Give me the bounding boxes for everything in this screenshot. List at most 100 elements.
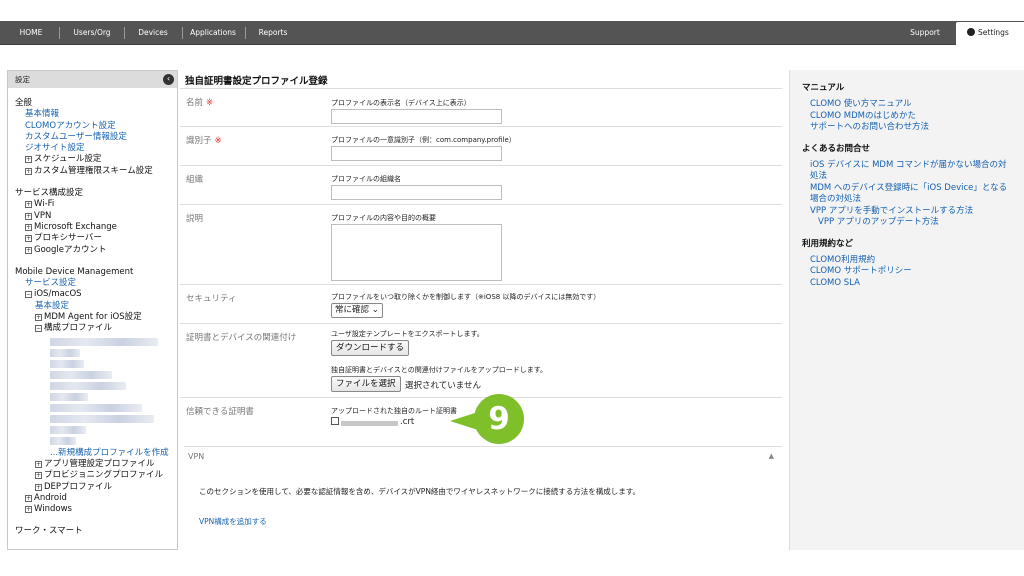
collapse-tree-icon[interactable]: − [25, 291, 32, 299]
sidebar-item-android[interactable]: + Android [15, 493, 177, 504]
sidebar-item-ios-macos[interactable]: − iOS/macOS [15, 289, 177, 300]
sidebar-title: 設定 [15, 75, 30, 84]
choose-file-button[interactable]: ファイルを選択 [331, 376, 401, 392]
sidebar-item-label: iOS/macOS [34, 289, 82, 300]
sidebar-section-work-smart: ワーク・スマート [15, 526, 83, 537]
blurred-profile-item[interactable] [50, 414, 154, 423]
expand-icon[interactable]: + [25, 223, 32, 231]
step-badge: 9 [474, 394, 524, 444]
security-select[interactable]: 常に確認 ⌄ [331, 303, 383, 318]
sidebar-item-label: MDM Agent for iOS設定 [44, 312, 142, 323]
blurred-profile-item[interactable] [50, 392, 88, 401]
faq-link[interactable]: MDM へのデバイス登録時に「iOS Device」となる場合の対処法 [802, 183, 1024, 206]
sidebar-item-geosite[interactable]: ジオサイト設定 [15, 143, 177, 154]
blurred-profile-item[interactable] [50, 337, 158, 346]
expand-icon[interactable]: + [25, 167, 32, 175]
nav-support[interactable]: Support [902, 21, 948, 45]
identifier-label: 識別子 ※ [186, 134, 222, 146]
expand-icon[interactable]: + [25, 212, 32, 220]
sidebar-item-config-profile[interactable]: − 構成プロファイル [15, 323, 177, 334]
nav-divider [59, 27, 60, 39]
identifier-description: プロファイルの一意識別子（例：com.company.profile） [331, 136, 516, 144]
expand-icon[interactable]: + [35, 483, 42, 491]
expand-icon[interactable]: + [25, 506, 32, 514]
top-nav: HOME Users/Org Devices Applications Repo… [0, 21, 1024, 46]
expand-icon[interactable]: + [25, 246, 32, 254]
blurred-profile-item[interactable] [50, 381, 126, 390]
blurred-profile-item[interactable] [50, 359, 84, 368]
terms-link[interactable]: CLOMO SLA [802, 278, 1024, 290]
sidebar-item-basic-info[interactable]: 基本情報 [15, 109, 177, 120]
terms-heading: 利用規約など [802, 238, 854, 249]
form-row-cert-device: 証明書とデバイスの関連付け ユーザ設定テンプレートをエクスポートします。 ダウン… [180, 323, 782, 397]
sidebar-item-service-settings[interactable]: サービス設定 [15, 278, 177, 289]
manual-link[interactable]: CLOMO MDMのはじめかた [802, 111, 1024, 123]
sidebar-item-new-profile[interactable]: ...新規構成プロファイルを作成 [15, 448, 177, 459]
sidebar-item-label: 構成プロファイル [44, 323, 113, 334]
nav-devices[interactable]: Devices [129, 21, 177, 45]
blurred-profile-item[interactable] [50, 370, 112, 379]
faq-link[interactable]: VPP アプリのアップデート方法 [802, 217, 1024, 229]
faq-link[interactable]: iOS デバイスに MDM コマンドが届かない場合の対処法 [802, 160, 1024, 183]
organization-label: 組織 [186, 175, 204, 185]
nav-reports[interactable]: Reports [251, 21, 295, 45]
sidebar-item-custom-permission[interactable]: + カスタム管理権限スキーム設定 [15, 166, 177, 177]
nav-settings-tab[interactable]: Settings [956, 22, 1024, 46]
sidebar-item-exchange[interactable]: + Microsoft Exchange [15, 222, 177, 233]
sidebar-item-provisioning[interactable]: + プロビジョニングプロファイル [15, 470, 177, 481]
sidebar-item-label: カスタム管理権限スキーム設定 [34, 165, 153, 176]
sidebar-item-custom-user-info[interactable]: カスタムユーザー情報設定 [15, 132, 177, 143]
organization-description: プロファイルの組織名 [331, 175, 401, 183]
name-input[interactable] [331, 109, 502, 124]
sidebar-item-vpn[interactable]: + VPN [15, 211, 177, 222]
terms-link[interactable]: CLOMO利用規約 [802, 255, 1024, 267]
sidebar-item-windows[interactable]: + Windows [15, 504, 177, 515]
sidebar-item-wifi[interactable]: + Wi-Fi [15, 199, 177, 210]
blurred-profile-item[interactable] [50, 436, 76, 445]
blurred-profile-item[interactable] [50, 403, 142, 412]
expand-icon[interactable]: + [25, 235, 32, 243]
nav-home[interactable]: HOME [8, 21, 54, 45]
nav-users-org[interactable]: Users/Org [64, 21, 120, 45]
faq-link[interactable]: VPP アプリを手動でインストールする方法 [802, 206, 1024, 218]
add-vpn-link[interactable]: VPN構成を追加する [199, 516, 267, 527]
sidebar-item-app-mgmt[interactable]: + アプリ管理設定プロファイル [15, 459, 177, 470]
sidebar-item-label: Microsoft Exchange [34, 221, 117, 232]
collapse-icon[interactable]: ‹ [163, 74, 174, 85]
blurred-profile-item[interactable] [50, 348, 80, 357]
download-button[interactable]: ダウンロードする [331, 340, 410, 356]
sidebar-item-clomo-account[interactable]: CLOMOアカウント設定 [15, 121, 177, 132]
settings-sidebar: 設定 ‹ 全般 基本情報 CLOMOアカウント設定 カスタムユーザー情報設定 ジ… [7, 70, 178, 550]
cert-checkbox[interactable] [331, 417, 339, 425]
sidebar-item-mdm-agent[interactable]: + MDM Agent for iOS設定 [15, 312, 177, 323]
organization-input[interactable] [331, 185, 502, 200]
expand-icon[interactable]: + [35, 472, 42, 480]
description-label: 説明 [186, 214, 204, 224]
collapse-tree-icon[interactable]: − [35, 325, 42, 333]
sidebar-item-label: Googleアカウント [34, 244, 107, 255]
collapse-section-icon[interactable]: ▲ [769, 452, 774, 460]
nav-applications[interactable]: Applications [186, 21, 240, 45]
sidebar-item-proxy[interactable]: + プロキシサーバー [15, 233, 177, 244]
description-textarea[interactable] [331, 224, 502, 281]
manual-link[interactable]: サポートへのお問い合わせ方法 [802, 122, 1024, 134]
expand-icon[interactable]: + [25, 494, 32, 502]
expand-icon[interactable]: + [35, 314, 42, 322]
sidebar-item-label: スケジュール設定 [34, 154, 102, 165]
expand-icon[interactable]: + [25, 201, 32, 209]
manual-link[interactable]: CLOMO 使い方マニュアル [802, 99, 1024, 111]
identifier-label-text: 識別子 [186, 136, 212, 146]
sidebar-item-label: プロビジョニングプロファイル [44, 470, 164, 481]
sidebar-item-basic-settings[interactable]: 基本設定 [15, 301, 177, 312]
security-description: プロファイルをいつ取り除くかを制御します（※iOS8 以降のデバイスには無効です… [331, 293, 601, 301]
sidebar-item-dep[interactable]: + DEPプロファイル [15, 482, 177, 493]
sidebar-item-schedule[interactable]: + スケジュール設定 [15, 154, 177, 165]
nav-divider [124, 27, 125, 39]
terms-link[interactable]: CLOMO サポートポリシー [802, 266, 1024, 278]
expand-icon[interactable]: + [35, 460, 42, 468]
name-description: プロファイルの表示名（デバイス上に表示） [331, 99, 471, 107]
sidebar-item-google-account[interactable]: + Googleアカウント [15, 245, 177, 256]
blurred-profile-item[interactable] [50, 425, 86, 434]
identifier-input[interactable] [331, 146, 502, 161]
expand-icon[interactable]: + [25, 156, 32, 164]
